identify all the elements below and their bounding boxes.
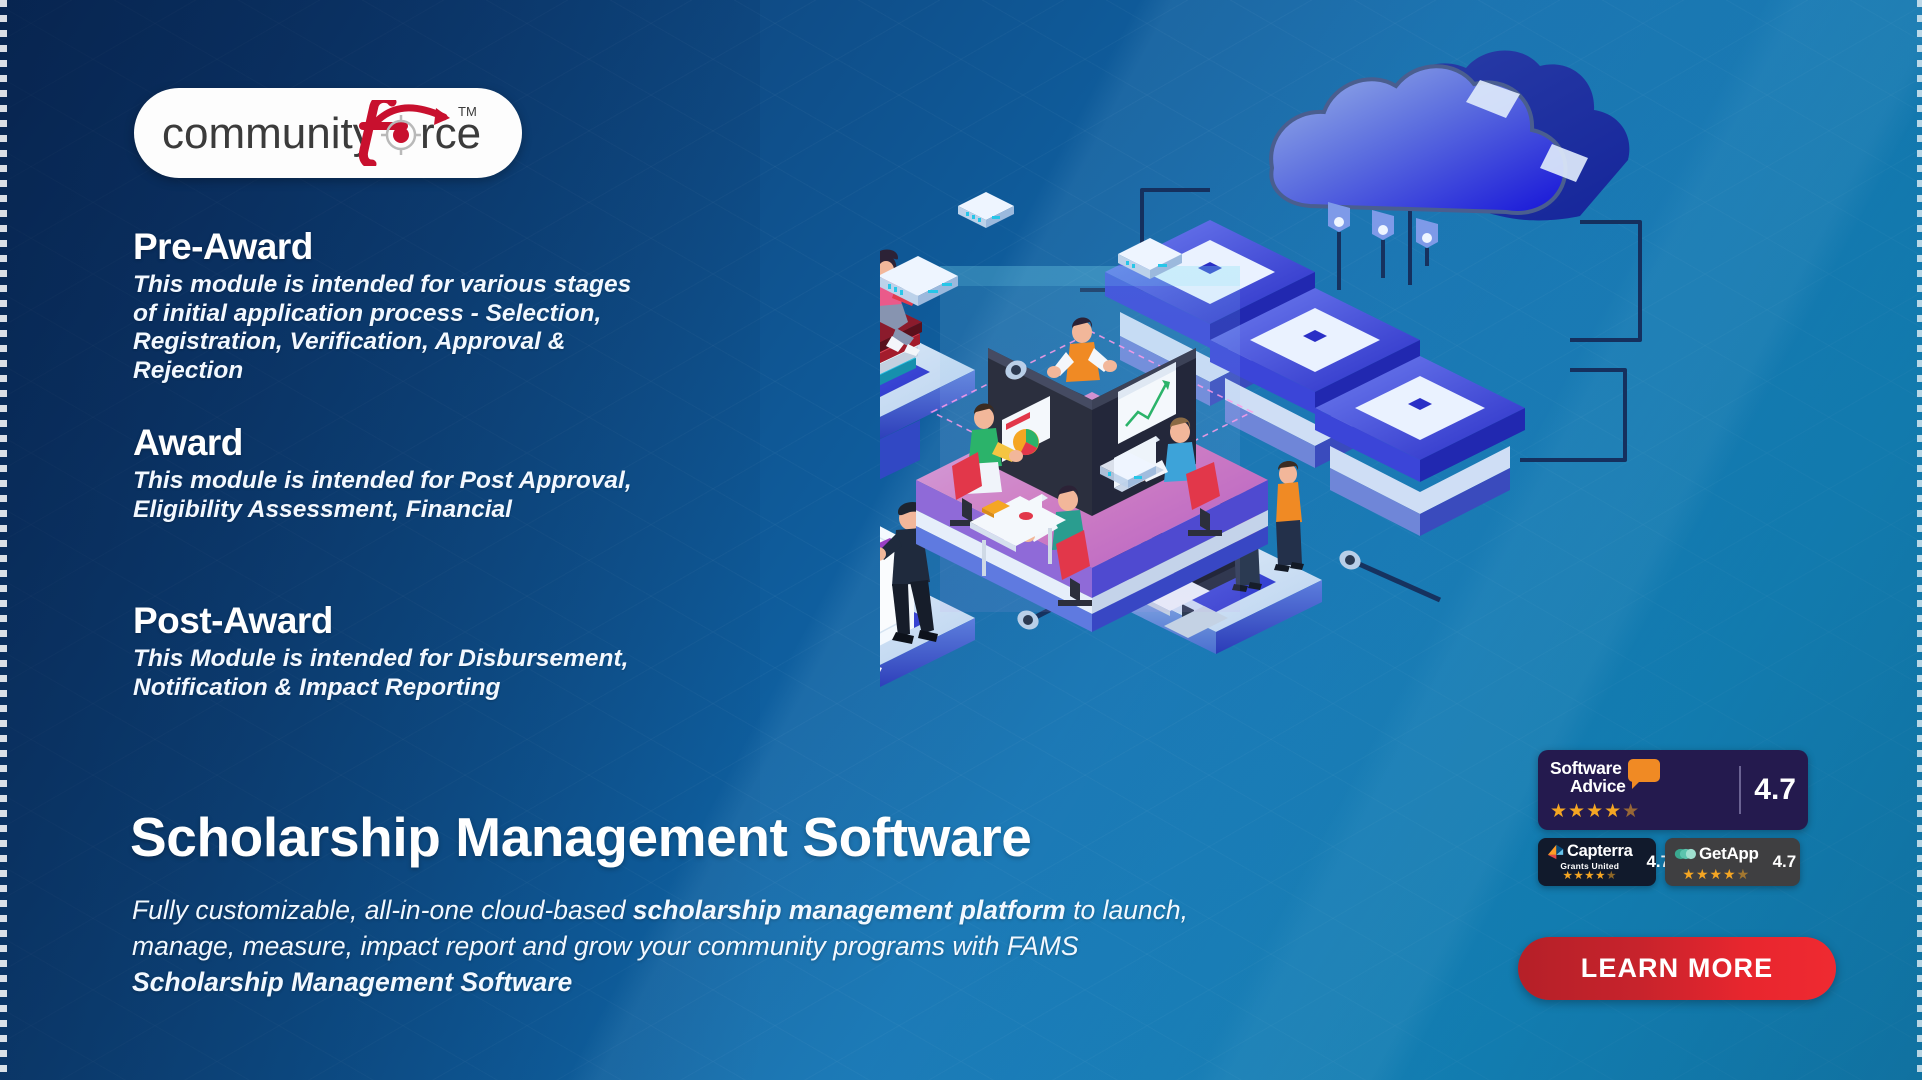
software-advice-badge[interactable]: Software Advice ★★★★★ 4.7	[1538, 750, 1808, 830]
rating-badges: Software Advice ★★★★★ 4.7 Capterra Grant…	[1538, 750, 1808, 886]
module-title: Pre-Award	[133, 226, 313, 267]
subcopy-bold-1: scholarship management platform	[632, 895, 1066, 925]
hero-subcopy: Fully customizable, all-in-one cloud-bas…	[132, 892, 1212, 1000]
module-post-award: Post-Award This Module is intended for D…	[133, 600, 633, 702]
trademark-symbol: TM	[458, 104, 477, 119]
module-description: This Module is intended for Disbursement…	[133, 644, 629, 701]
software-advice-line2: Advice	[1570, 776, 1626, 796]
capterra-title-row: Capterra	[1547, 841, 1633, 861]
capterra-badge[interactable]: Capterra Grants United ★★★★★ 4.7	[1538, 838, 1670, 886]
left-edge-ticks	[0, 0, 7, 1080]
logo-word-community: community	[162, 109, 375, 158]
module-description: This module is intended for Post Approva…	[133, 466, 632, 523]
getapp-score: 4.7	[1772, 852, 1797, 871]
subcopy-text-1: Fully customizable, all-in-one cloud-bas…	[132, 895, 633, 925]
right-edge-ticks	[1917, 0, 1922, 1080]
software-advice-score: 4.7	[1754, 773, 1796, 806]
speech-bubble-icon	[1627, 758, 1660, 789]
getapp-badge[interactable]: GetApp ★★★★★ 4.7	[1665, 838, 1800, 886]
module-title: Post-Award	[133, 600, 333, 641]
floating-mini-server-1	[958, 192, 1014, 228]
communityforce-logo[interactable]: community rce TM	[134, 88, 522, 178]
software-advice-line1: Software	[1550, 757, 1622, 778]
capterra-stars: ★★★★★	[1562, 869, 1618, 882]
page-title: Scholarship Management Software	[130, 806, 1032, 868]
getapp-stars: ★★★★★	[1682, 865, 1751, 882]
subcopy-bold-2: Scholarship Management Software	[132, 967, 573, 998]
office-team-node	[916, 266, 1268, 632]
capterra-logo-icon	[1547, 844, 1564, 859]
cloud-node	[1269, 50, 1630, 290]
module-title: Award	[133, 422, 243, 463]
software-advice-name: Software Advice	[1550, 757, 1660, 796]
divider	[1739, 766, 1742, 814]
getapp-name: GetApp	[1699, 843, 1759, 863]
module-pre-award: Pre-Award This module is intended for va…	[133, 226, 633, 385]
isometric-illustration	[880, 40, 1920, 760]
capterra-name: Capterra	[1567, 841, 1633, 860]
module-award: Award This module is intended for Post A…	[133, 422, 633, 524]
getapp-logo-icon	[1674, 848, 1696, 859]
banner-canvas: community rce TM Pre-Award This module i…	[0, 0, 1922, 1080]
learn-more-button[interactable]: LEARN MORE	[1518, 937, 1836, 1000]
getapp-title-row: GetApp	[1674, 844, 1759, 864]
software-advice-stars: ★★★★★	[1550, 801, 1641, 822]
module-description: This module is intended for various stag…	[133, 270, 632, 384]
